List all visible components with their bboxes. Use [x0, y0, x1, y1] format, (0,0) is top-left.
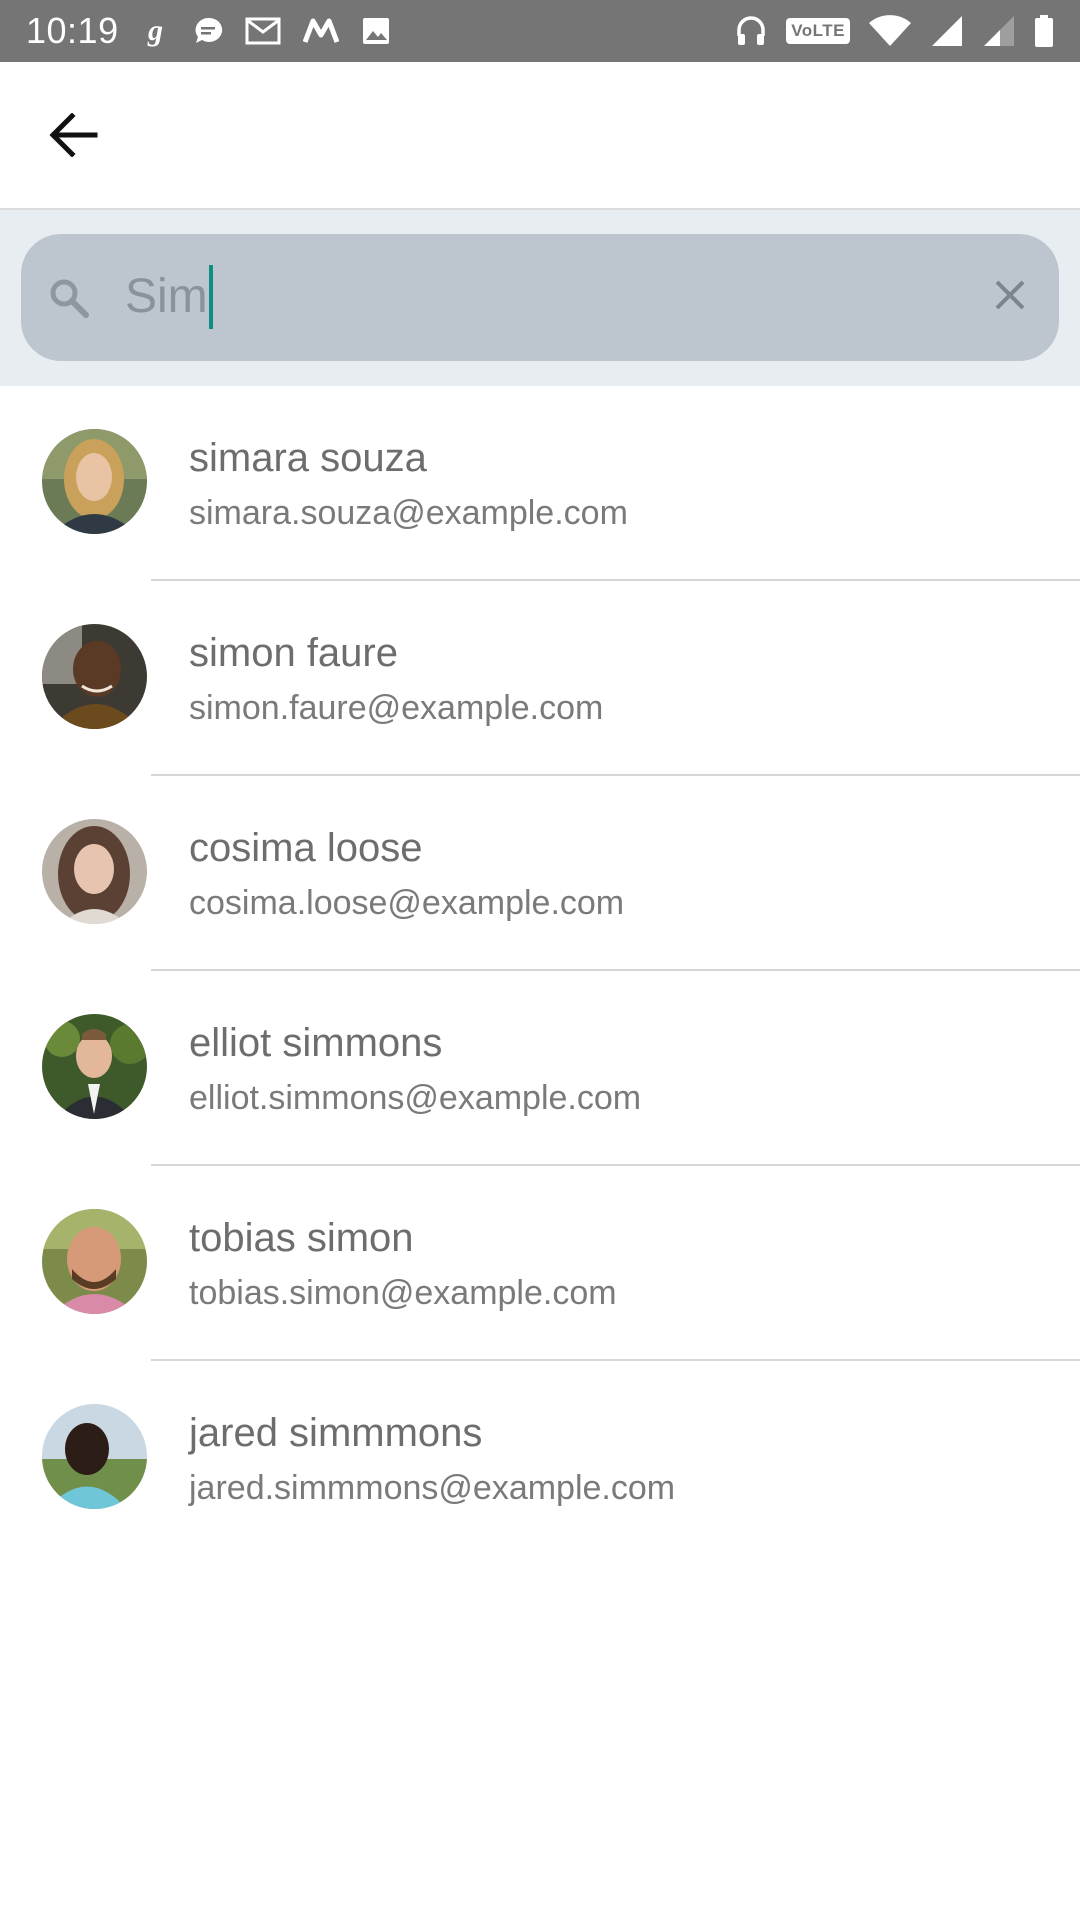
contact-email: jared.simmmons@example.com [189, 1469, 676, 1507]
contact-name: simara souza [189, 436, 427, 480]
contact-email: simara.souza@example.com [189, 494, 628, 532]
status-time: 10:19 [26, 10, 119, 51]
clear-search-button[interactable] [985, 272, 1035, 322]
search-icon [47, 276, 91, 325]
wifi-icon [868, 14, 912, 48]
signal-weak-icon [982, 14, 1016, 48]
g-icon: g [145, 14, 171, 48]
contact-list-item[interactable]: tobias simon tobias.simon@example.com [0, 1166, 1080, 1361]
contact-list-item[interactable]: simon faure simon.faure@example.com [0, 581, 1080, 776]
close-icon [994, 279, 1026, 316]
battery-icon [1034, 14, 1054, 48]
image-icon [361, 16, 391, 46]
avatar [42, 1014, 147, 1119]
status-bar-left: 10:19 g [26, 10, 413, 52]
contact-email: elliot.simmons@example.com [189, 1079, 642, 1117]
signal-icon [930, 14, 964, 48]
volte-icon: VoLTE [786, 18, 850, 44]
search-area: Sim [0, 210, 1080, 386]
gmail-icon [245, 16, 281, 46]
avatar [42, 1209, 147, 1314]
contact-email: simon.faure@example.com [189, 689, 604, 727]
back-button[interactable] [38, 102, 108, 172]
headphones-icon [734, 14, 768, 48]
contact-list-item[interactable]: simara souza simara.souza@example.com [0, 386, 1080, 581]
contact-name: jared simmmons [189, 1411, 483, 1455]
contact-email: tobias.simon@example.com [189, 1274, 617, 1312]
message-icon [193, 16, 223, 46]
avatar [42, 1404, 147, 1509]
contact-list-item[interactable]: cosima loose cosima.loose@example.com [0, 776, 1080, 971]
search-input-value: Sim [125, 270, 208, 323]
contact-email: cosima.loose@example.com [189, 884, 625, 922]
arrow-back-icon [48, 111, 98, 162]
toolbar [0, 62, 1080, 210]
avatar [42, 624, 147, 729]
m-icon [302, 18, 339, 44]
contact-list-item[interactable]: elliot simmons elliot.simmons@example.co… [0, 971, 1080, 1166]
contact-name: simon faure [189, 631, 398, 675]
contact-name: tobias simon [189, 1216, 414, 1260]
volte-label: VoLTE [786, 18, 850, 44]
contact-name: cosima loose [189, 826, 423, 870]
search-input[interactable]: Sim [125, 262, 213, 332]
status-bar-right: VoLTE [716, 14, 1054, 48]
status-bar: 10:19 g VoLTE [0, 0, 1080, 62]
search-box[interactable]: Sim [21, 234, 1059, 361]
avatar [42, 819, 147, 924]
text-caret [208, 265, 213, 329]
avatar [42, 429, 147, 534]
contact-results-list: simara souza simara.souza@example.com si… [0, 386, 1080, 1556]
svg-text:g: g [147, 14, 163, 47]
contact-name: elliot simmons [189, 1021, 443, 1065]
contact-list-item[interactable]: jared simmmons jared.simmmons@example.co… [0, 1361, 1080, 1556]
